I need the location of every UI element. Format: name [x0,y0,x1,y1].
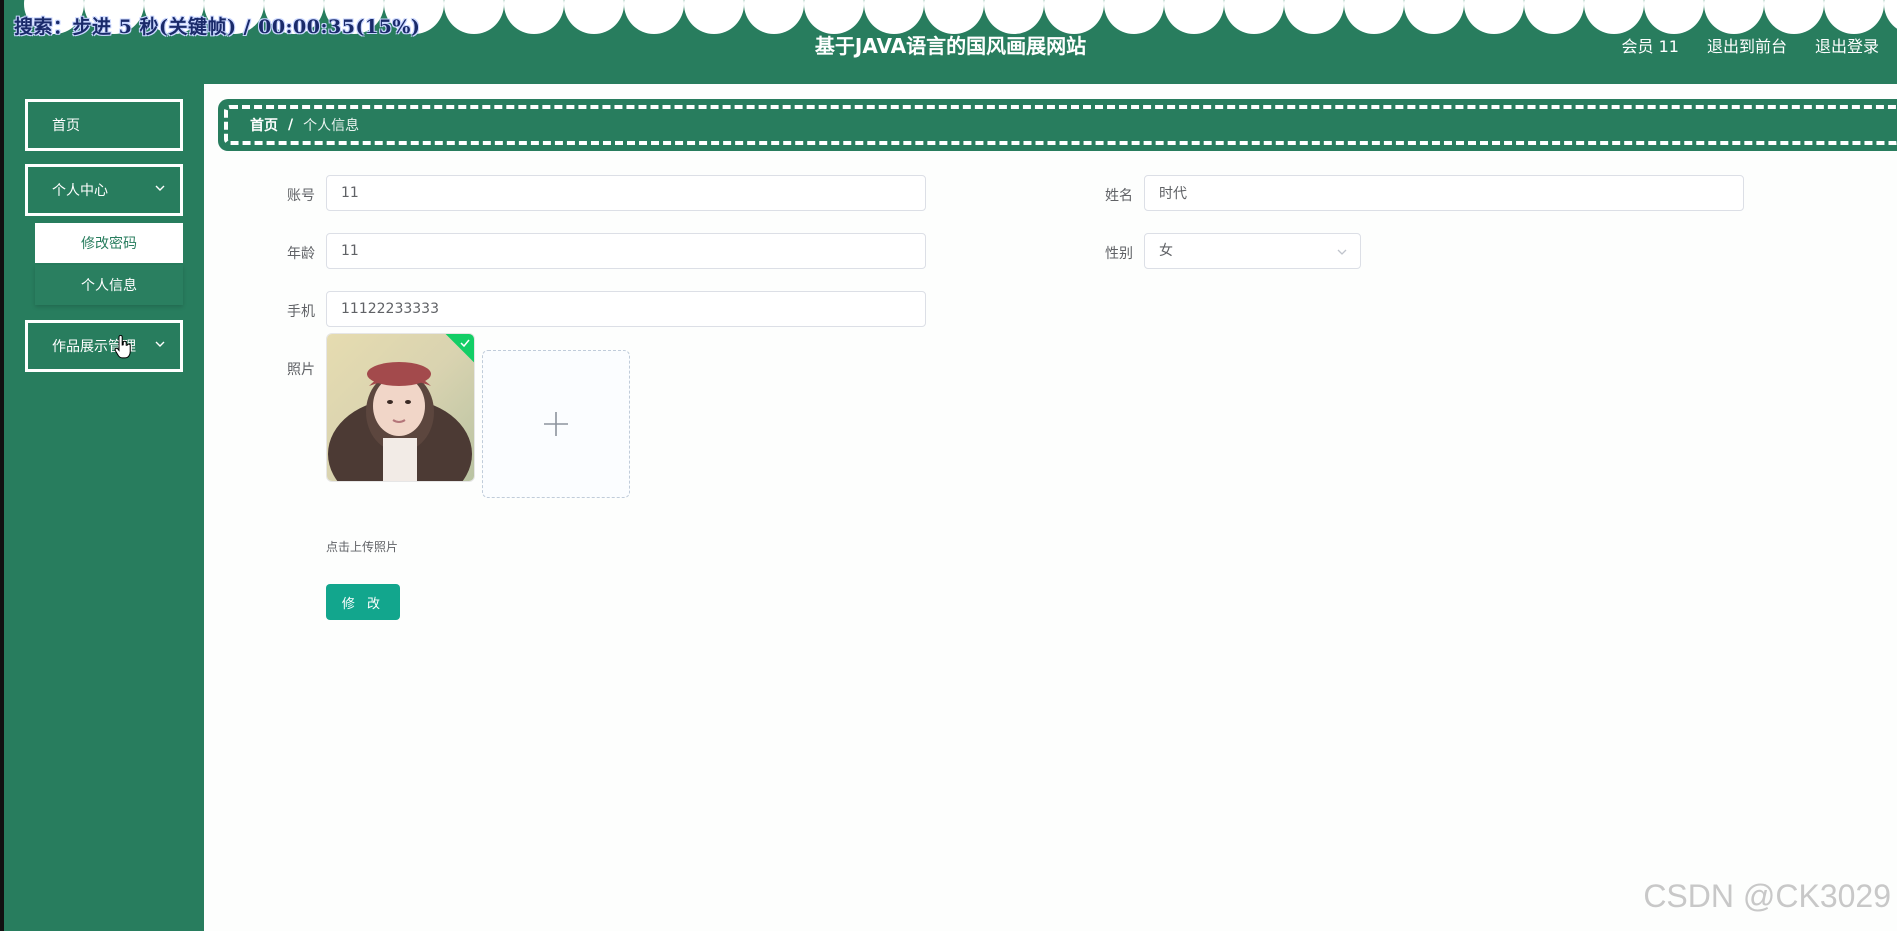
scallop [1164,0,1224,34]
scallop [1464,0,1524,34]
scallop [1344,0,1404,34]
scallop [1524,0,1584,34]
submit-button[interactable]: 修 改 [326,584,400,620]
scallop [1704,0,1764,34]
upload-photo-button[interactable] [482,350,630,498]
scallop [1404,0,1464,34]
scallop [1644,0,1704,34]
upload-tip: 点击上传照片 [326,540,399,554]
account-field[interactable] [326,175,926,211]
scallop [864,0,924,34]
chevron-down-icon [1337,249,1347,255]
name-label: 姓名 [1105,188,1133,204]
scallop [684,0,744,34]
scallop [504,0,564,34]
scallop [984,0,1044,34]
submenu-item-personal-info[interactable]: 个人信息 [35,265,183,305]
video-search-overlay: 搜索：步进 5 秒(关键帧) / 00:00:35(15%) [14,16,421,38]
breadcrumb-current: 个人信息 [303,118,360,134]
sidebar: 首页 个人中心 修改密码 个人信息 作品展示管理 [4,84,204,931]
age-label: 年龄 [287,246,315,262]
gender-label: 性别 [1105,246,1133,262]
exit-to-front-link[interactable]: 退出到前台 [1707,33,1787,57]
submenu-item-change-password[interactable]: 修改密码 [35,223,183,263]
gender-select[interactable]: 女 [1144,233,1361,269]
phone-field[interactable] [326,291,926,327]
profile-photo-thumbnail[interactable] [326,333,475,482]
scallop [1044,0,1104,34]
scallop [1104,0,1164,34]
hand-cursor-icon [114,335,131,359]
check-icon [460,339,470,348]
sidebar-item-works-management[interactable]: 作品展示管理 [25,320,183,372]
sidebar-item-home[interactable]: 首页 [25,99,183,151]
account-label: 账号 [287,188,315,204]
age-field[interactable] [326,233,926,269]
photo-label: 照片 [287,362,315,378]
scallop [1584,0,1644,34]
sidebar-item-label: 个人中心 [52,183,108,199]
scallop [564,0,624,34]
scallop [924,0,984,34]
scallop [1284,0,1344,34]
scallop [624,0,684,34]
breadcrumb-separator: / [288,117,294,133]
scallop [1764,0,1824,34]
breadcrumb-home[interactable]: 首页 [250,115,278,135]
scallop [1224,0,1284,34]
plus-icon [544,412,568,436]
gender-select-value: 女 [1159,243,1173,259]
header-actions: 会员 11 退出到前台 退出登录 [1622,33,1879,57]
logout-link[interactable]: 退出登录 [1815,33,1879,57]
sidebar-item-personal-center[interactable]: 个人中心 [25,164,183,216]
scallop [1824,0,1884,34]
breadcrumb: 首页 / 个人信息 [218,99,1897,151]
chevron-down-icon [155,341,165,347]
breadcrumb-inner: 首页 / 个人信息 [224,105,1897,145]
scallop [444,0,504,34]
phone-label: 手机 [287,304,315,320]
chevron-down-icon [155,185,165,191]
scallop [1884,0,1897,29]
watermark: CSDN @CK3029 [1643,878,1891,914]
name-field[interactable] [1144,175,1744,211]
portrait-image [327,334,474,481]
user-label[interactable]: 会员 11 [1622,33,1679,57]
scallop [804,0,864,34]
sidebar-item-label: 首页 [52,118,80,134]
scallop [744,0,804,34]
